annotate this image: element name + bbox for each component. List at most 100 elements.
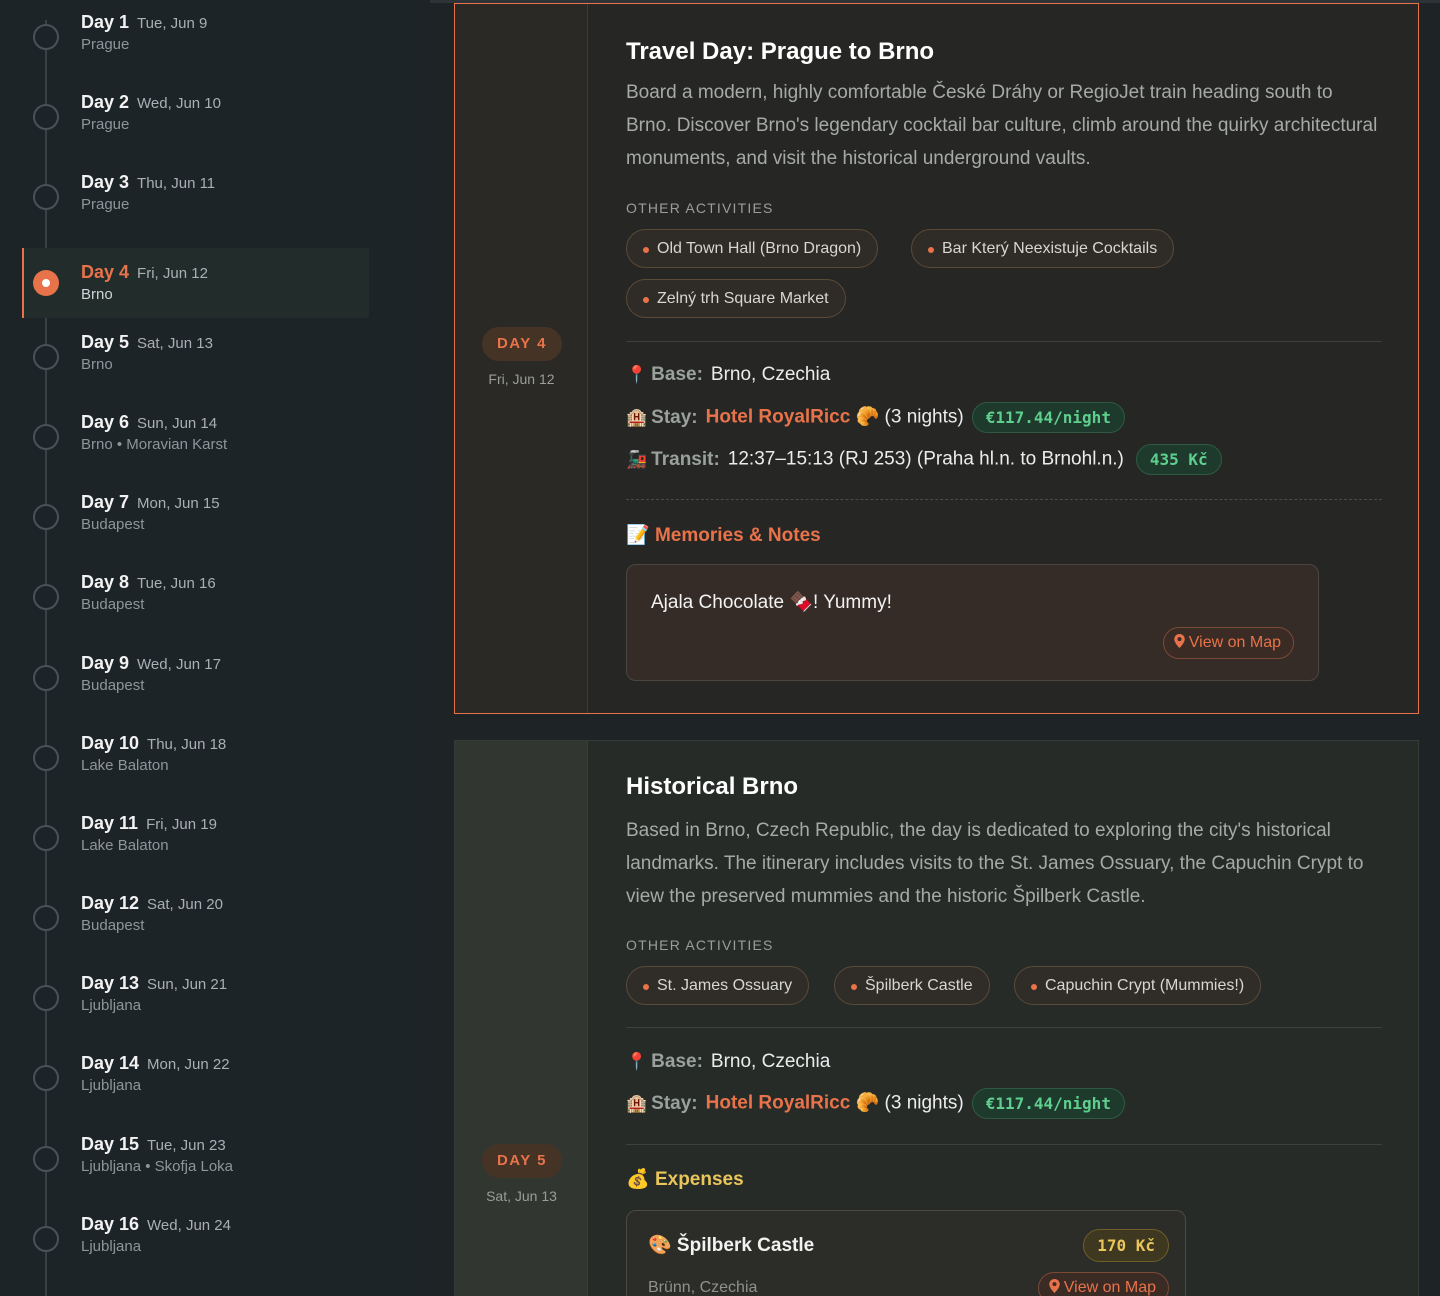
day-date: Mon, Jun 15 [137, 495, 220, 512]
day-date: Tue, Jun 9 [137, 15, 208, 32]
sidebar-day-13[interactable]: Day 13 Sun, Jun 21 Ljubljana [22, 963, 369, 1033]
view-on-map-label: View on Map [1188, 634, 1281, 651]
price-badge: €117.44/night [971, 402, 1125, 433]
day-name: Day 12 [81, 893, 140, 913]
activities-label: OTHER ACTIVITIES [626, 200, 774, 216]
sidebar-day-1[interactable]: Day 1 Tue, Jun 9 Prague [22, 2, 369, 72]
timeline-dot [33, 745, 59, 771]
day-name: Day 7 [81, 492, 130, 512]
day-date: Thu, Jun 18 [147, 736, 227, 753]
day-date: Sun, Jun 14 [137, 415, 218, 432]
map-pin-icon [1174, 634, 1185, 648]
day-location: Lake Balaton [81, 837, 169, 854]
day-badge: DAY 5 [482, 1144, 562, 1178]
note-card: Ajala Chocolate 🍫! Yummy! View on Map [626, 564, 1319, 681]
day-title: Historical Brno [626, 773, 799, 800]
base-row: 📍 Base: Brno, Czechia [626, 1051, 830, 1073]
sidebar-day-16[interactable]: Day 16 Wed, Jun 24 Ljubljana [22, 1204, 369, 1274]
activity-chip[interactable]: Bar Který Neexistuje Cocktails [911, 229, 1175, 268]
activities-label: OTHER ACTIVITIES [626, 937, 774, 953]
stay-row: 🏨 Stay: Hotel RoyalRicc 🥐 (3 nights) €117.4… [626, 1088, 1125, 1119]
sidebar-day-2[interactable]: Day 2 Wed, Jun 10 Prague [22, 82, 369, 152]
day-name: Day 8 [81, 572, 130, 592]
day-location: Budapest [81, 917, 145, 934]
timeline-dot [33, 504, 59, 530]
base-value: Brno, Czechia [710, 1051, 831, 1072]
activity-chip[interactable]: Capuchin Crypt (Mummies!) [1014, 966, 1262, 1005]
day-name: Day 11 [81, 813, 139, 833]
timeline-dot [33, 104, 59, 130]
transit-price-badge: 435 Kč [1135, 444, 1222, 475]
day-date: Wed, Jun 17 [137, 656, 221, 673]
day-badge-date: Fri, Jun 12 [488, 371, 555, 387]
timeline-dot [33, 905, 59, 931]
dashed-divider [626, 499, 1382, 500]
divider [626, 341, 1382, 342]
divider [626, 1027, 1382, 1028]
base-row: 📍 Base: Brno, Czechia [626, 364, 830, 386]
day-location: Brno [81, 356, 113, 373]
day-name: Day 2 [81, 92, 130, 112]
expense-location: Brünn, Czechia [648, 1279, 758, 1296]
hotel-link[interactable]: Hotel RoyalRicc 🥐 [706, 407, 880, 428]
hotel-link[interactable]: Hotel RoyalRicc 🥐 [706, 1093, 880, 1114]
note-text: Ajala Chocolate 🍫! Yummy! [651, 592, 892, 613]
sidebar-day-9[interactable]: Day 9 Wed, Jun 17 Budapest [22, 643, 369, 713]
day-location: Budapest [81, 516, 145, 533]
notes-heading: 📝 Memories & Notes [626, 523, 821, 547]
timeline-dot [33, 1226, 59, 1252]
sidebar-day-12[interactable]: Day 12 Sat, Jun 20 Budapest [22, 883, 369, 953]
day-date: Sat, Jun 13 [137, 335, 213, 352]
memo-icon: 📝 [626, 525, 650, 546]
transit-label: Transit: [651, 448, 720, 470]
day-location: Budapest [81, 596, 145, 613]
day-date: Wed, Jun 10 [137, 95, 221, 112]
day-card-4: DAY 4 Fri, Jun 12 Travel Day: Prague to … [454, 3, 1419, 714]
activity-chip[interactable]: Špilberk Castle [834, 966, 990, 1005]
nights-count: (3 nights) [884, 1092, 964, 1114]
sidebar-day-11[interactable]: Day 11 Fri, Jun 19 Lake Balaton [22, 803, 369, 873]
view-on-map-button[interactable]: View on Map [1037, 1272, 1169, 1296]
day-date: Fri, Jun 19 [146, 816, 217, 833]
activity-chip[interactable]: Old Town Hall (Brno Dragon) [626, 229, 879, 268]
view-on-map-button[interactable]: View on Map [1162, 627, 1294, 659]
day-location: Prague [81, 36, 130, 53]
divider [626, 1144, 1382, 1145]
train-icon: 🚂 [626, 449, 648, 469]
day-date: Mon, Jun 22 [147, 1056, 230, 1073]
expense-cost-badge: 170 Kč [1083, 1229, 1169, 1262]
day-name: Day 13 [81, 973, 140, 993]
timeline-dot-active [33, 270, 59, 296]
activity-chip[interactable]: Zelný trh Square Market [626, 279, 846, 318]
timeline-dot [33, 24, 59, 50]
day-date: Wed, Jun 24 [147, 1217, 231, 1234]
base-label: Base: [651, 364, 703, 385]
day-date: Tue, Jun 23 [147, 1137, 226, 1154]
day-name: Day 4 [81, 262, 130, 282]
itinerary-sidebar: Day 1 Tue, Jun 9 Prague Day 2 Wed, Jun 10 Pr… [0, 0, 430, 1296]
activity-chip[interactable]: St. James Ossuary [626, 966, 810, 1005]
sidebar-day-4[interactable]: Day 4 Fri, Jun 12 Brno [22, 248, 369, 318]
day-name: Day 3 [81, 172, 130, 192]
day-name: Day 9 [81, 653, 130, 673]
day-location: Ljubljana • Skofja Loka [81, 1158, 234, 1175]
sidebar-day-14[interactable]: Day 14 Mon, Jun 22 Ljubljana [22, 1043, 369, 1113]
day-location: Prague [81, 116, 130, 133]
transit-row: 🚂 Transit: 12:37–15:13 (RJ 253) (Praha hl.… [626, 444, 1222, 475]
day-location: Brno • Moravian Karst [81, 436, 228, 453]
sidebar-day-7[interactable]: Day 7 Mon, Jun 15 Budapest [22, 482, 369, 552]
nights-count: (3 nights) [884, 406, 964, 428]
sidebar-day-6[interactable]: Day 6 Sun, Jun 14 Brno • Moravian Karst [22, 402, 369, 472]
timeline-dot [33, 584, 59, 610]
day-name: Day 6 [81, 412, 130, 432]
sidebar-day-5[interactable]: Day 5 Sat, Jun 13 Brno [22, 322, 369, 392]
sidebar-day-10[interactable]: Day 10 Thu, Jun 18 Lake Balaton [22, 723, 369, 793]
day-badge: DAY 4 [482, 327, 562, 361]
sidebar-day-15[interactable]: Day 15 Tue, Jun 23 Ljubljana • Skofja Loka [22, 1124, 369, 1194]
day-location: Ljubljana [81, 997, 142, 1014]
expenses-title: Expenses [654, 1169, 744, 1190]
transit-value: 12:37–15:13 (RJ 253) (Praha hl.n. to Brn… [727, 448, 1124, 470]
timeline-dot [33, 825, 59, 851]
sidebar-day-3[interactable]: Day 3 Thu, Jun 11 Prague [22, 162, 369, 232]
sidebar-day-8[interactable]: Day 8 Tue, Jun 16 Budapest [22, 562, 369, 632]
